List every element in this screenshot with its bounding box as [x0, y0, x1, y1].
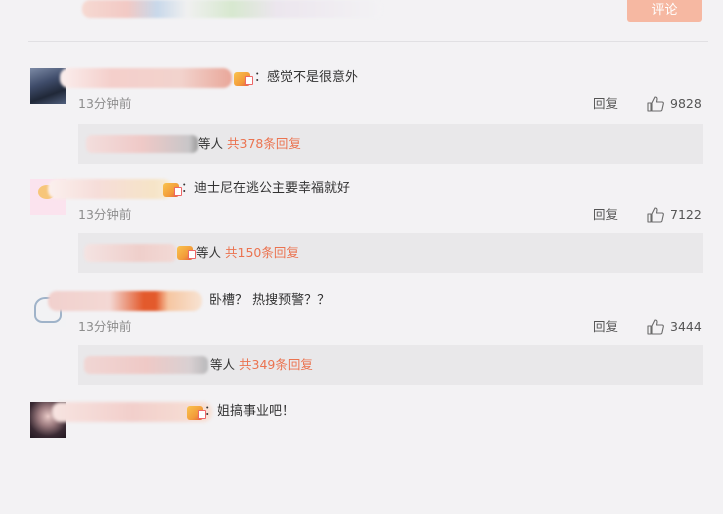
thumbs-up-icon[interactable] — [647, 319, 664, 335]
blurred-toolbar — [82, 0, 382, 18]
submit-comment-button[interactable]: 评论 — [627, 0, 702, 22]
timestamp: 13分钟前 — [78, 207, 132, 222]
sub-replies-summary[interactable]: 等人 共349条回复 — [210, 356, 313, 374]
thumbs-up-icon[interactable] — [647, 96, 664, 112]
comment-composer-bar: 评论 — [0, 0, 723, 42]
comment-item: ：姐搞事业吧！ — [0, 402, 723, 514]
comment-text: 卧槽？ 热搜预警？？ — [209, 293, 331, 308]
crown-badge-icon — [177, 246, 196, 260]
timestamp: 13分钟前 — [78, 96, 132, 111]
sub-replies-panel[interactable]: 等人 共150条回复 — [78, 233, 703, 273]
blurred-reply-users — [84, 244, 176, 262]
sub-replies-panel[interactable]: 等人 共378条回复 — [78, 124, 703, 164]
crown-badge-icon — [187, 406, 206, 420]
divider — [28, 41, 708, 42]
sub-replies-users-suffix: 等人 — [198, 136, 224, 151]
comment-item: ：迪士尼在逃公主要幸福就好 13分钟前 回复 7122 等人 共150条回复 — [0, 179, 723, 291]
blurred-username[interactable] — [60, 68, 232, 88]
comment-text: ：姐搞事业吧！ — [204, 404, 296, 419]
thumbs-up-icon[interactable] — [647, 207, 664, 223]
like-count: 3444 — [670, 319, 702, 334]
sub-replies-summary[interactable]: 等人 共378条回复 — [198, 135, 301, 153]
sub-replies-users-suffix: 等人 — [196, 245, 222, 260]
sub-replies-panel[interactable]: 等人 共349条回复 — [78, 345, 703, 385]
reply-link[interactable]: 回复 — [593, 207, 618, 223]
timestamp: 13分钟前 — [78, 319, 132, 334]
crown-badge-icon — [234, 72, 253, 86]
sub-replies-summary[interactable]: 等人 共150条回复 — [196, 244, 299, 262]
blurred-username[interactable] — [48, 291, 202, 311]
sub-replies-users-suffix: 等人 — [210, 357, 236, 372]
crown-badge-icon — [163, 183, 182, 197]
comment-item: ：感觉不是很意外 13分钟前 回复 9828 等人 共378条回复 — [0, 68, 723, 180]
sub-replies-count-link[interactable]: 共150条回复 — [225, 245, 299, 260]
sub-replies-count-link[interactable]: 共378条回复 — [227, 136, 301, 151]
reply-link[interactable]: 回复 — [593, 96, 618, 112]
blurred-reply-users — [84, 356, 208, 374]
comment-text: ：迪士尼在逃公主要幸福就好 — [181, 181, 351, 196]
blurred-reply-users — [86, 135, 198, 153]
blurred-username[interactable] — [48, 179, 172, 199]
comment-item: 卧槽？ 热搜预警？？ 13分钟前 回复 3444 等人 共349条回复 — [0, 291, 723, 403]
sub-replies-count-link[interactable]: 共349条回复 — [239, 357, 313, 372]
like-count: 7122 — [670, 207, 702, 222]
reply-link[interactable]: 回复 — [593, 319, 618, 335]
comment-text: ：感觉不是很意外 — [254, 70, 359, 85]
like-count: 9828 — [670, 96, 702, 111]
